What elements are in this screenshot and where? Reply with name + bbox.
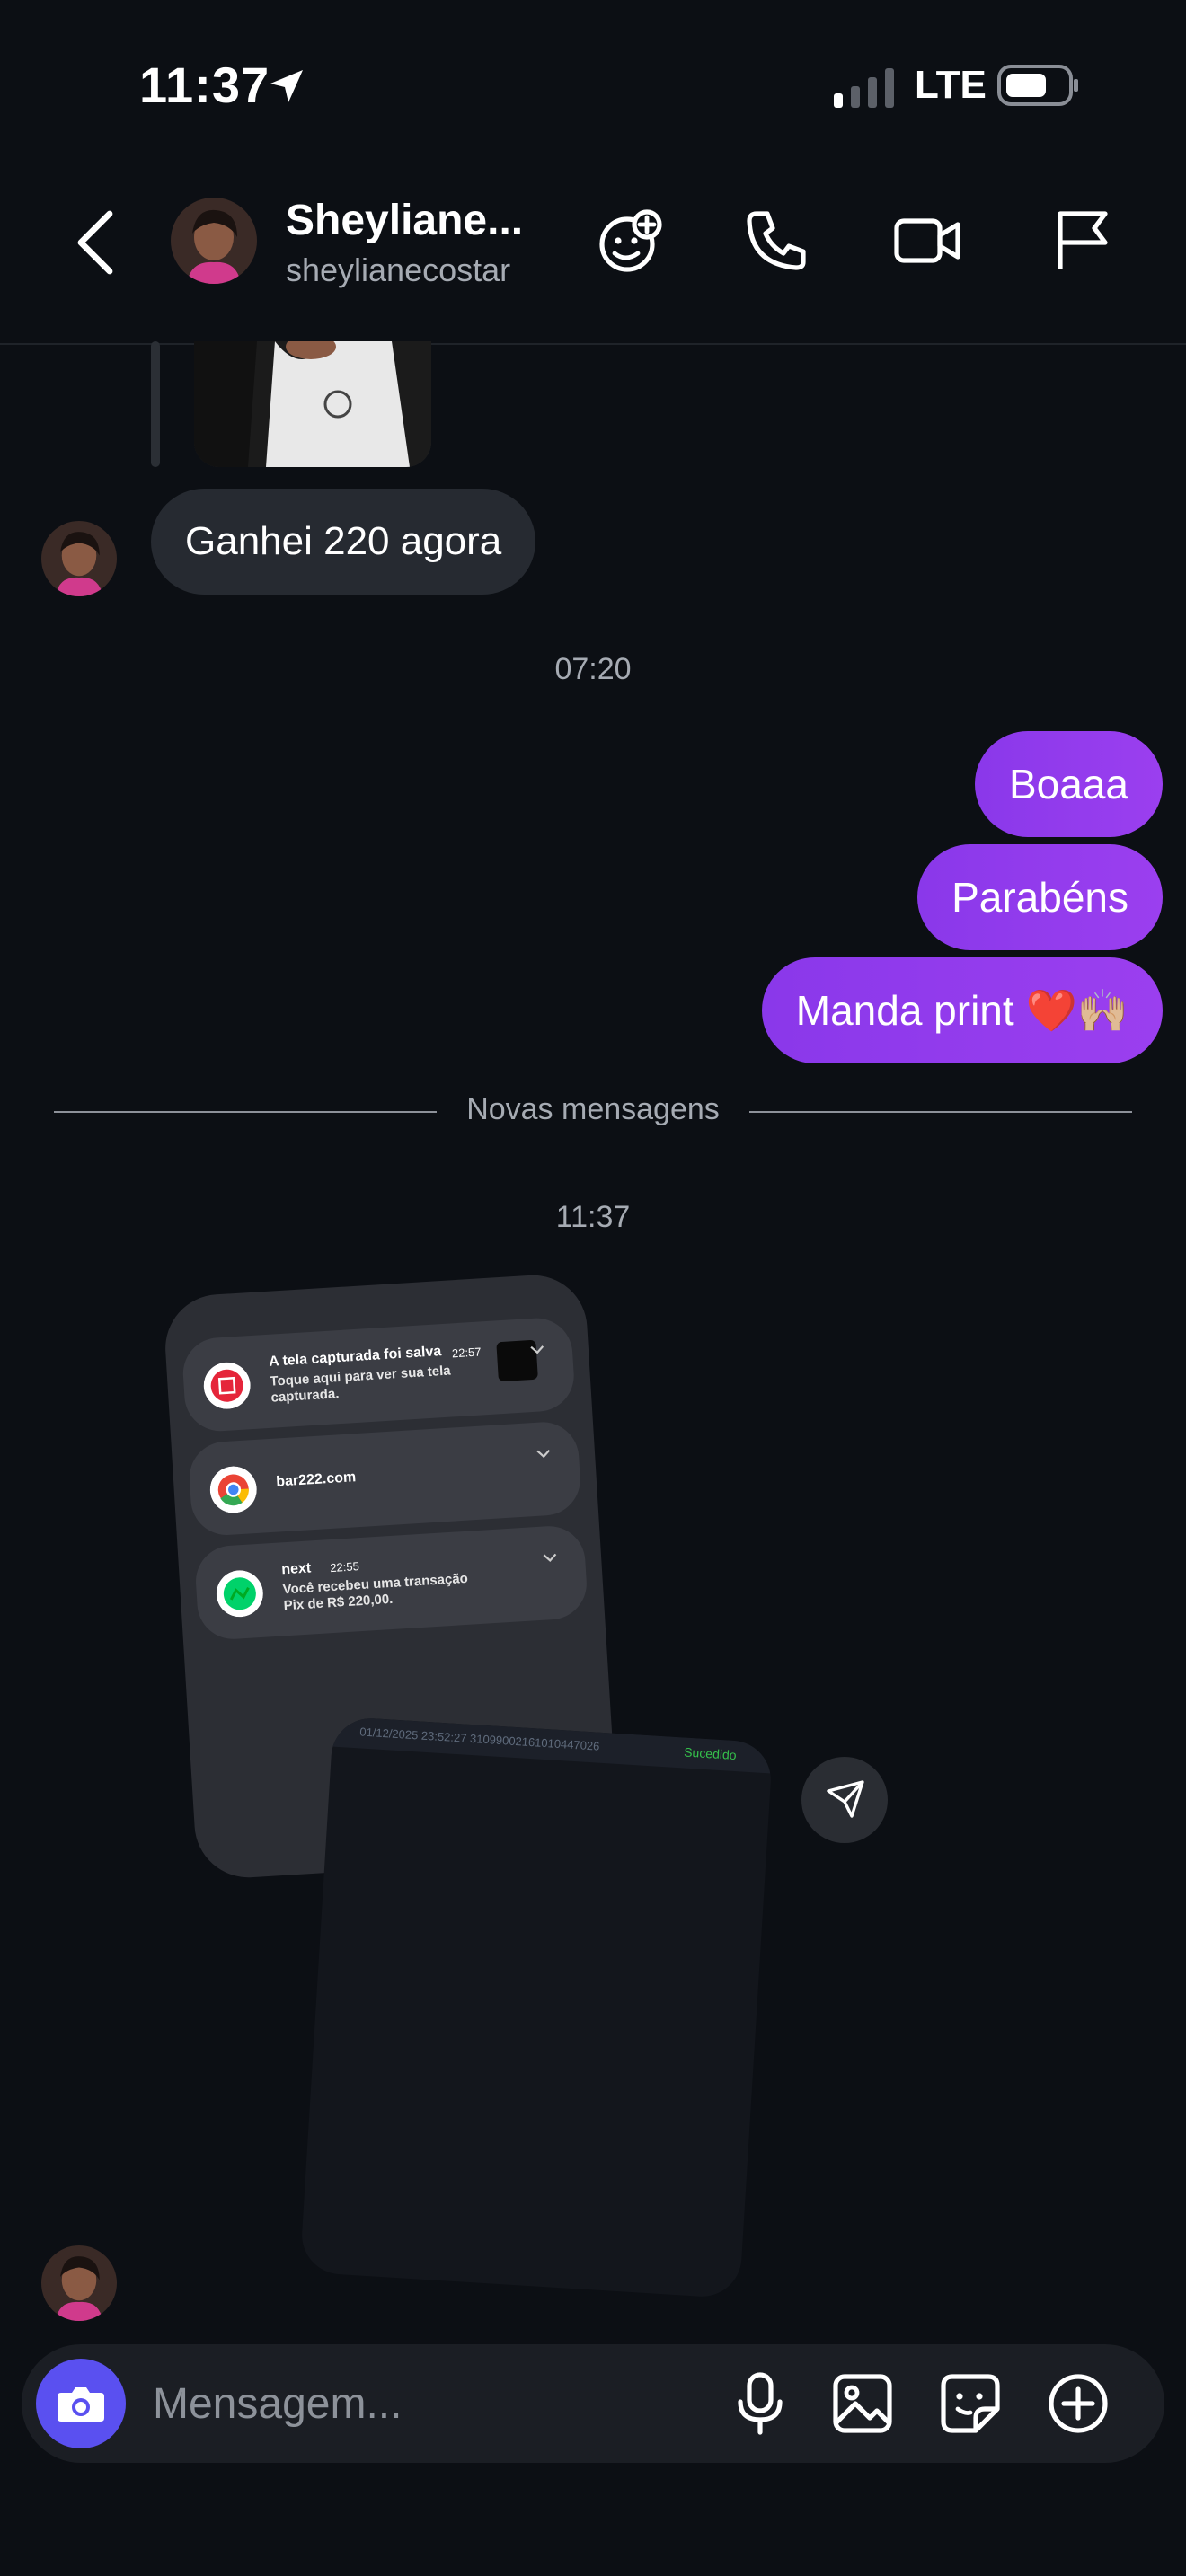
contact-name[interactable]: Sheyliane... [286,196,523,245]
contact-avatar-small[interactable] [41,521,117,596]
share-button[interactable] [801,1757,888,1843]
chrome-icon [209,1466,257,1513]
shared-screenshot-receipt[interactable]: 01/12/2025 23:52:27 31099002161010447026… [299,1716,774,2299]
outgoing-message[interactable]: Manda print ❤️🙌🏼 [761,957,1163,1063]
back-icon[interactable] [70,207,124,278]
video-icon[interactable] [891,205,963,277]
chevron-down-icon [543,1553,557,1562]
contact-username[interactable]: sheylianecostar [286,251,510,289]
notification-item: next 22:55 Você recebeu uma transação Pi… [193,1523,589,1642]
network-label: LTE [915,63,987,107]
send-icon [827,1780,864,1818]
incoming-message[interactable]: Ganhei 220 agora [151,489,536,595]
outgoing-message[interactable]: Boaaa [974,731,1163,837]
plus-icon[interactable] [1042,2368,1114,2439]
camera-icon [58,2387,104,2422]
chevron-down-icon [536,1449,551,1459]
screenshot-app-icon [203,1362,251,1409]
outgoing-message[interactable]: Parabéns [917,844,1163,950]
notification-title: bar222.com [275,1469,357,1490]
location-arrow-icon [270,70,303,102]
microphone-icon[interactable] [724,2368,796,2439]
message-input[interactable] [151,2371,694,2436]
chevron-down-icon [530,1345,544,1354]
timestamp: 07:20 [554,652,632,686]
timestamp: 11:37 [555,1200,631,1234]
battery-icon [997,65,1078,106]
camera-button[interactable] [36,2359,126,2448]
sticker-icon[interactable] [934,2368,1006,2439]
phone-icon[interactable] [740,205,812,277]
new-messages-divider: Novas mensagens [466,1092,720,1126]
notification-time: 22:55 [329,1559,360,1575]
next-bank-icon [216,1570,263,1618]
contact-avatar-small[interactable] [41,2245,117,2321]
contact-avatar[interactable] [171,198,257,284]
add-emoji-icon[interactable] [595,205,667,277]
status-time: 11:37 [139,57,270,113]
notification-title: next [280,1560,312,1578]
gallery-icon[interactable] [827,2368,898,2439]
shared-photo[interactable] [194,341,431,467]
reply-indicator-bar [151,341,160,467]
notification-desc: Você recebeu uma transação Pix de R$ 220… [282,1570,469,1614]
notification-time: 22:57 [451,1345,482,1361]
flag-icon[interactable] [1046,205,1118,277]
signal-icon [834,68,894,108]
divider-line-right [749,1111,1132,1113]
notification-item: bar222.com [187,1420,583,1538]
notification-item: A tela capturada foi salva 22:57 Toque a… [181,1316,577,1434]
